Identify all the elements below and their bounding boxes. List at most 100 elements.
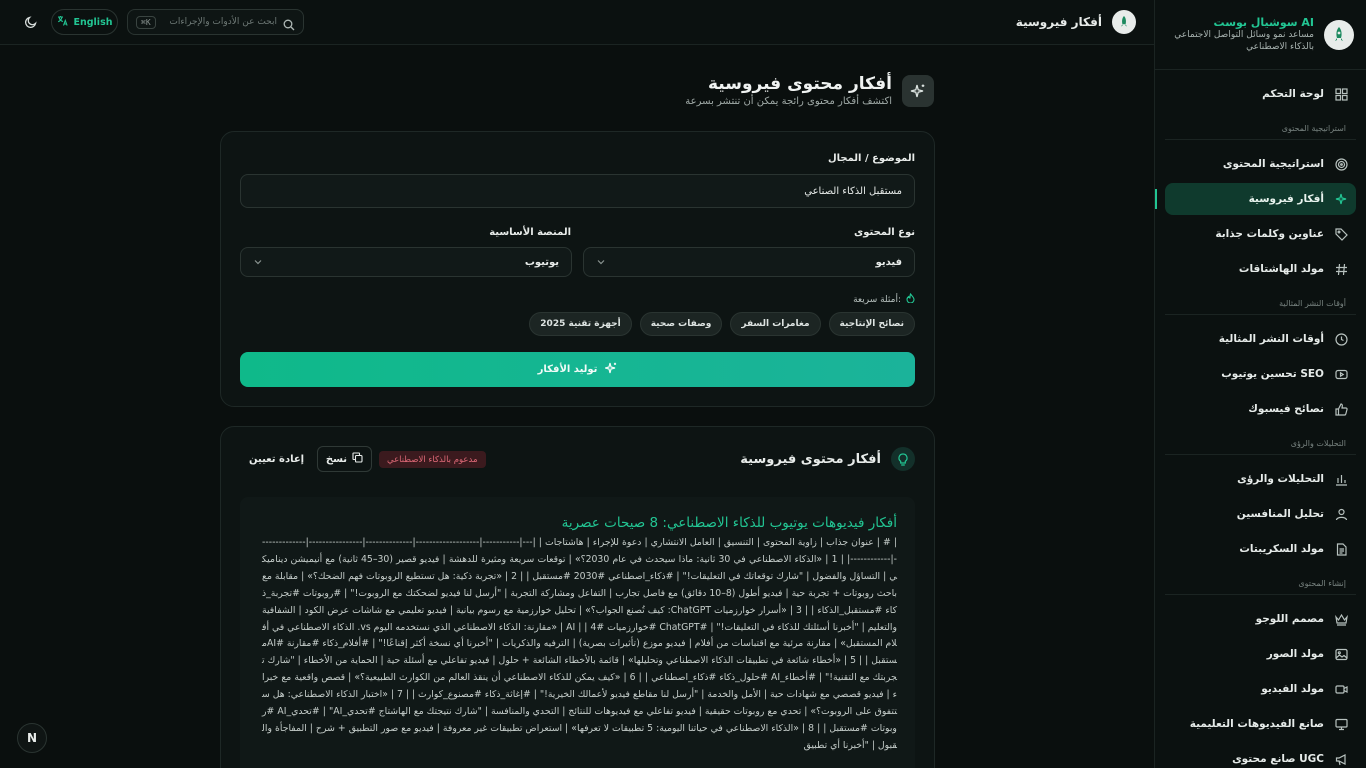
sidebar-item-facebook-tips[interactable]: نصائح فيسبوك — [1165, 393, 1356, 425]
sidebar-item-label: تحسين يوتيوب SEO — [1221, 368, 1324, 380]
content-type-value: فيديو — [875, 256, 902, 268]
quick-examples-label: أمثلة سريعة: — [853, 292, 915, 306]
sparkles-icon — [902, 74, 934, 107]
platform-value: يوتيوب — [524, 256, 559, 268]
n-logo-button[interactable]: N — [17, 723, 47, 753]
image-icon — [1334, 647, 1348, 661]
grid-icon — [1334, 87, 1348, 101]
sidebar-nav: لوحة التحكم استراتيجية المحتوى استراتيجي… — [1155, 70, 1366, 768]
flame-icon — [906, 292, 915, 306]
page-header: أفكار محتوى فيروسية اكتشف أفكار محتوى را… — [685, 74, 934, 107]
results-body: | # | عنوان جذاب | زاوية المحتوى | التنس… — [262, 537, 897, 751]
language-toggle-button[interactable]: English — [51, 9, 118, 35]
chevron-down-icon — [253, 257, 263, 267]
sidebar-header: سوشيال بوست AI مساعد نمو وسائل التواصل ا… — [1155, 0, 1366, 70]
sidebar-item-video-gen[interactable]: مولد الفيديو — [1165, 673, 1356, 705]
topic-label: الموضوع / المجال — [827, 153, 915, 164]
search-input[interactable]: ابحث عن الأدوات والإجراءات ⌘K — [127, 9, 304, 35]
sidebar-item-headlines[interactable]: عناوين وكلمات جذابة — [1165, 218, 1356, 250]
sidebar-item-label: أفكار فيروسية — [1248, 193, 1324, 205]
sparkles-icon — [603, 362, 617, 377]
sidebar-item-label: مولد السكريبتات — [1239, 543, 1324, 555]
sidebar-item-label: تحليل المنافسين — [1236, 508, 1324, 520]
rocket-logo-icon — [1324, 19, 1354, 50]
platform-select[interactable]: يوتيوب — [240, 247, 572, 277]
sidebar-item-label: مولد الهاشتاقات — [1238, 263, 1324, 275]
crown-icon — [1334, 612, 1348, 626]
sparkles-icon — [1334, 192, 1348, 206]
generate-label: توليد الأفكار — [537, 364, 598, 375]
sidebar-item-label: استراتيجية المحتوى — [1222, 158, 1324, 170]
sidebar-item-label: صانع محتوى UGC — [1232, 753, 1324, 765]
platform-label: المنصة الأساسية — [489, 227, 571, 238]
chip-tech-gadgets[interactable]: أجهزة تقنية 2025 — [529, 312, 632, 336]
chip-healthy-recipes[interactable]: وصفات صحية — [639, 312, 723, 336]
sidebar-item-scripts[interactable]: مولد السكريبتات — [1165, 533, 1356, 565]
translate-icon — [57, 15, 68, 29]
brand-tagline-1: مساعد نمو وسائل التواصل الاجتماعي — [1174, 30, 1314, 40]
moon-icon[interactable] — [24, 14, 40, 30]
sidebar-item-best-times[interactable]: أوقات النشر المثالية — [1165, 323, 1356, 355]
topic-input-value: مستقبل الذكاء الصناعي — [804, 185, 902, 197]
results-output: أفكار فيديوهات يوتيوب للذكاء الاصطناعي: … — [240, 497, 915, 768]
sidebar-item-label: صانع الفيديوهات التعليمية — [1189, 718, 1324, 730]
users-icon — [1334, 507, 1348, 521]
sidebar-item-image-gen[interactable]: مولد الصور — [1165, 638, 1356, 670]
sidebar-item-viral-ideas[interactable]: أفكار فيروسية — [1155, 183, 1356, 215]
results-card: أفكار محتوى فيروسية مدعوم بالذكاء الاصطن… — [220, 426, 935, 768]
section-heading-create: إنشاء المحتوى — [1165, 571, 1356, 595]
sidebar-item-hashtags[interactable]: مولد الهاشتاقات — [1165, 253, 1356, 285]
ai-powered-badge: مدعوم بالذكاء الاصطناعي — [379, 451, 486, 468]
page-subtitle: اكتشف أفكار محتوى رائجة يمكن أن تنتشر بس… — [685, 96, 892, 107]
sidebar-item-label: مولد الصور — [1266, 648, 1324, 660]
sidebar-item-logo-designer[interactable]: مصمم اللوجو — [1165, 603, 1356, 635]
brand-tagline-2: بالذكاء الاصطناعي — [1246, 42, 1314, 52]
sidebar-item-label: التحليلات والرؤى — [1237, 473, 1324, 485]
rocket-logo-icon — [1112, 10, 1136, 34]
results-title: أفكار محتوى فيروسية — [740, 447, 915, 471]
target-icon — [1334, 157, 1348, 171]
youtube-icon — [1334, 367, 1348, 381]
topbar-title: أفكار فيروسية — [1016, 10, 1136, 34]
chip-productivity[interactable]: نصائح الإنتاجية — [828, 312, 915, 336]
copy-label: نسخ — [325, 453, 348, 465]
topbar: أفكار فيروسية ابحث عن الأدوات والإجراءات… — [0, 0, 1154, 45]
results-heading: أفكار فيديوهات يوتيوب للذكاء الاصطناعي: … — [561, 515, 897, 531]
language-label: English — [73, 16, 113, 28]
reset-button[interactable]: إعادة تعيين — [249, 454, 304, 465]
topic-input[interactable]: مستقبل الذكاء الصناعي — [240, 174, 915, 208]
sidebar-item-label: نصائح فيسبوك — [1248, 403, 1324, 415]
section-heading-analytics: التحليلات والرؤى — [1165, 431, 1356, 455]
page-title: أفكار محتوى فيروسية — [708, 74, 892, 94]
sidebar-item-label: أوقات النشر المثالية — [1218, 333, 1324, 345]
hash-icon — [1334, 262, 1348, 276]
content-type-select[interactable]: فيديو — [583, 247, 915, 277]
sidebar-item-dashboard[interactable]: لوحة التحكم — [1165, 78, 1356, 110]
megaphone-icon — [1334, 752, 1348, 766]
sidebar-item-content-strategy[interactable]: استراتيجية المحتوى — [1165, 148, 1356, 180]
presentation-icon — [1334, 717, 1348, 731]
brand-name: سوشيال بوست AI — [1213, 16, 1314, 29]
bar-chart-icon — [1334, 472, 1348, 486]
quick-chips: نصائح الإنتاجية مغامرات السفر وصفات صحية… — [529, 312, 915, 336]
sidebar-item-label: مصمم اللوجو — [1255, 613, 1324, 625]
section-heading-strategy: استراتيجية المحتوى — [1165, 116, 1356, 140]
thumbs-up-icon — [1334, 402, 1348, 416]
tag-icon — [1334, 227, 1348, 241]
video-icon — [1334, 682, 1348, 696]
generate-ideas-button[interactable]: توليد الأفكار — [240, 352, 915, 387]
sidebar-item-competitors[interactable]: تحليل المنافسين — [1165, 498, 1356, 530]
chip-travel[interactable]: مغامرات السفر — [730, 312, 821, 336]
sidebar-item-analytics[interactable]: التحليلات والرؤى — [1165, 463, 1356, 495]
sidebar-item-ugc[interactable]: صانع محتوى UGC — [1165, 743, 1356, 768]
section-heading-times: أوقات النشر المثالية — [1165, 291, 1356, 315]
copy-icon — [352, 452, 363, 466]
file-text-icon — [1334, 542, 1348, 556]
sidebar-item-youtube-seo[interactable]: تحسين يوتيوب SEO — [1165, 358, 1356, 390]
content-type-label: نوع المحتوى — [854, 227, 915, 238]
copy-button[interactable]: نسخ — [317, 446, 372, 472]
clock-icon — [1334, 332, 1348, 346]
sidebar-item-edu-video[interactable]: صانع الفيديوهات التعليمية — [1165, 708, 1356, 740]
sidebar-item-label: لوحة التحكم — [1262, 88, 1324, 100]
results-title-text: أفكار محتوى فيروسية — [740, 451, 881, 467]
